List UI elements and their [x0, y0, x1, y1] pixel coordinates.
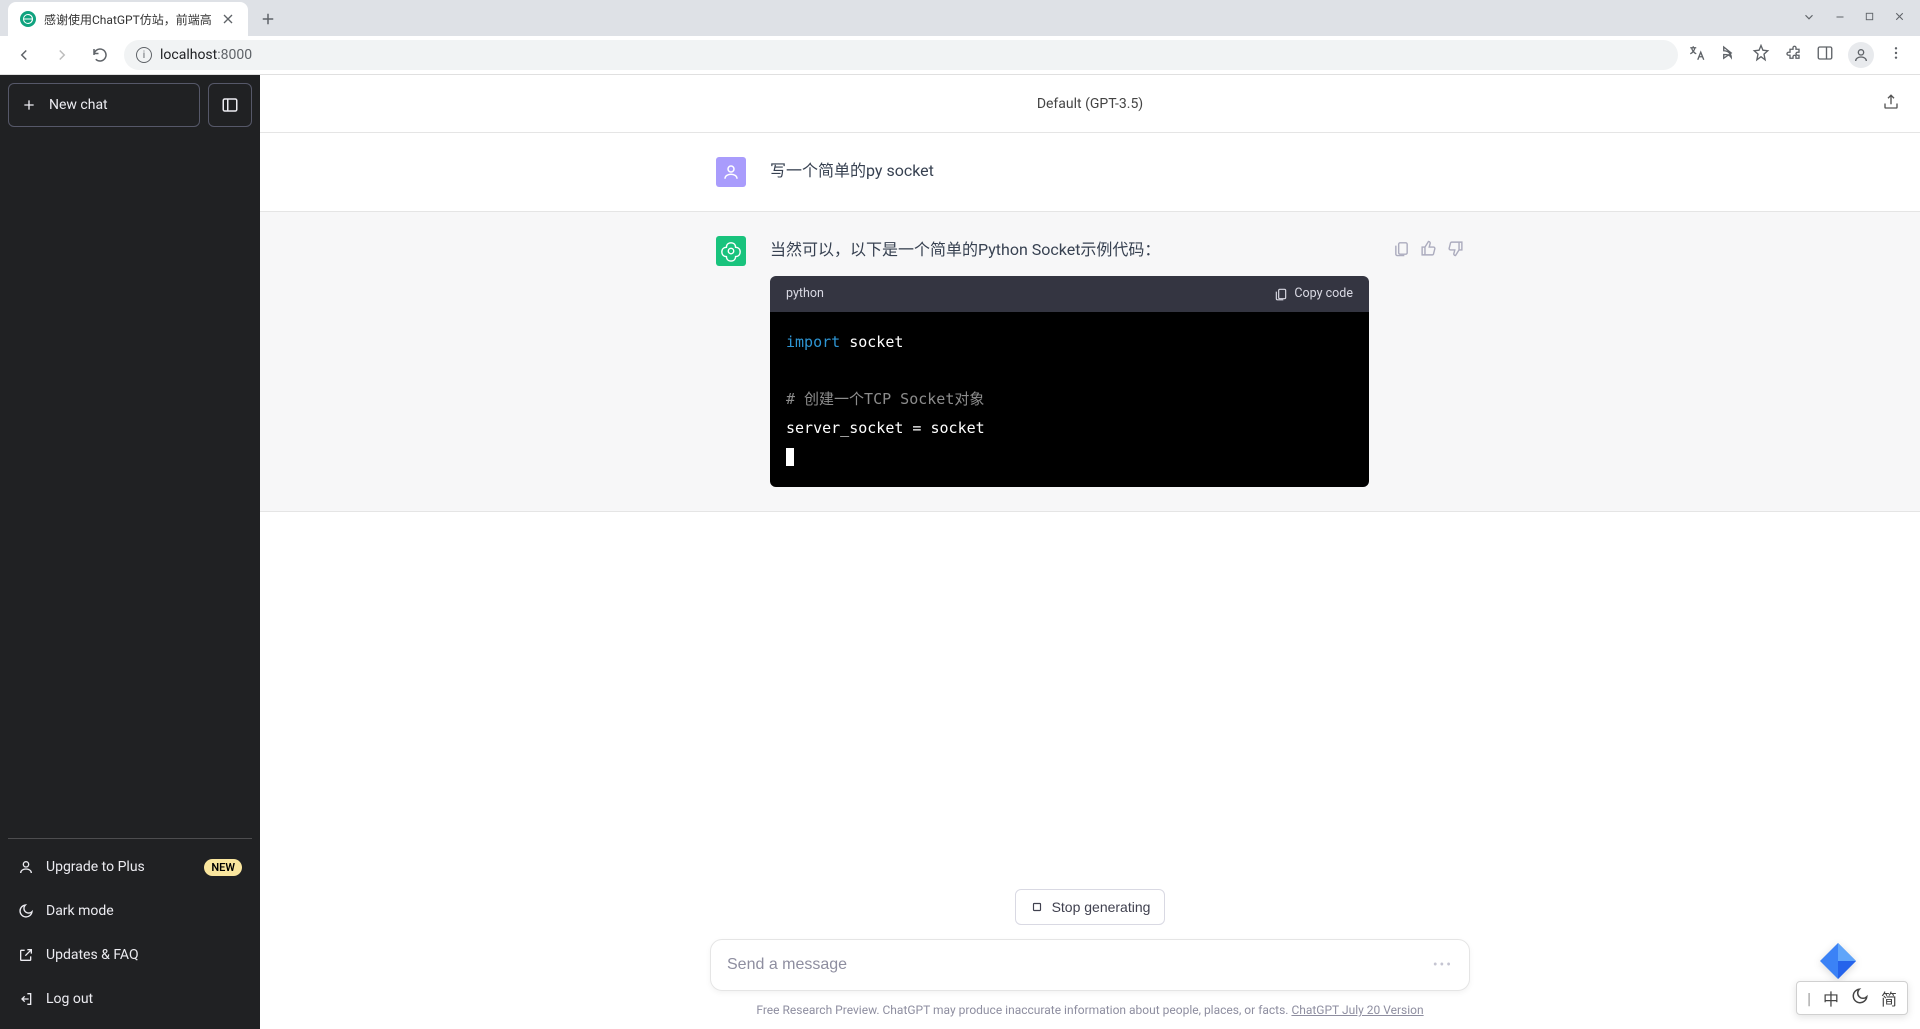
- ime-toolbar[interactable]: | 中 简: [1796, 981, 1908, 1015]
- sidebar-item-label: Upgrade to Plus: [46, 859, 145, 875]
- thumbs-up-button[interactable]: [1420, 240, 1437, 487]
- window-minimize-icon[interactable]: [1834, 11, 1846, 26]
- message-input-container[interactable]: •••: [710, 939, 1470, 991]
- message-input[interactable]: [727, 956, 1423, 974]
- code-block: python Copy code import socket # 创建一个TCP…: [770, 276, 1369, 487]
- window-search-dropdown-icon[interactable]: [1802, 10, 1816, 27]
- clipboard-icon: [1274, 287, 1288, 301]
- kebab-menu-icon[interactable]: [1888, 45, 1904, 65]
- tab-close-icon[interactable]: [220, 11, 236, 27]
- copy-code-button[interactable]: Copy code: [1274, 283, 1353, 305]
- ime-moon-icon[interactable]: [1851, 987, 1869, 1009]
- nav-back-button[interactable]: [10, 41, 38, 69]
- logout-icon: [18, 991, 34, 1007]
- address-bar: i localhost:8000: [0, 36, 1920, 75]
- copy-message-button[interactable]: [1393, 240, 1410, 487]
- ime-lang-label[interactable]: 中: [1823, 986, 1839, 1010]
- stop-icon: [1030, 900, 1044, 914]
- main-header: Default (GPT-3.5): [260, 75, 1920, 133]
- sidebar-item-upgrade[interactable]: Upgrade to Plus NEW: [8, 845, 252, 889]
- new-chat-button[interactable]: New chat: [8, 83, 200, 127]
- browser-chrome: 感谢使用ChatGPT仿站，前端高 i localhost:8000: [0, 0, 1920, 75]
- side-panel-icon[interactable]: [1816, 44, 1834, 66]
- stop-generating-label: Stop generating: [1052, 899, 1151, 915]
- ime-cursor-icon: |: [1807, 989, 1811, 1008]
- share-page-icon[interactable]: [1720, 44, 1738, 66]
- external-link-icon: [18, 947, 34, 963]
- model-label: Default (GPT-3.5): [1037, 96, 1143, 112]
- tab-bar: 感谢使用ChatGPT仿站，前端高: [0, 0, 1920, 36]
- sidebar: New chat Upgrade to Plus NEW Dark mode U…: [0, 75, 260, 1029]
- new-chat-label: New chat: [49, 97, 108, 113]
- composer-area: Stop generating ••• Free Research Previe…: [260, 889, 1920, 1029]
- sidebar-item-updates[interactable]: Updates & FAQ: [8, 933, 252, 977]
- sidebar-item-logout[interactable]: Log out: [8, 977, 252, 1021]
- message-row-assistant: 当然可以，以下是一个简单的Python Socket示例代码： python C…: [260, 212, 1920, 512]
- main-panel: Default (GPT-3.5) 写一个简单的py socket: [260, 75, 1920, 1029]
- stop-generating-button[interactable]: Stop generating: [1015, 889, 1166, 925]
- nav-forward-button[interactable]: [48, 41, 76, 69]
- tab-title: 感谢使用ChatGPT仿站，前端高: [44, 11, 212, 28]
- messages-list: 写一个简单的py socket 当然可以，以下是一个简单的Python Sock…: [260, 133, 1920, 889]
- message-actions: [1393, 236, 1464, 487]
- collapse-sidebar-button[interactable]: [208, 83, 252, 127]
- url-text: localhost:8000: [160, 47, 252, 63]
- tab-favicon-icon: [20, 11, 36, 27]
- ime-kite-icon[interactable]: [1816, 941, 1860, 981]
- sidebar-item-label: Log out: [46, 991, 93, 1007]
- moon-icon: [18, 903, 34, 919]
- copy-code-label: Copy code: [1294, 283, 1353, 305]
- assistant-avatar-icon: [716, 236, 746, 266]
- sidebar-item-label: Updates & FAQ: [46, 947, 139, 963]
- thumbs-down-button[interactable]: [1447, 240, 1464, 487]
- disclaimer-text: Free Research Preview. ChatGPT may produ…: [756, 1003, 1423, 1017]
- translate-icon[interactable]: [1688, 44, 1706, 66]
- user-icon: [18, 859, 34, 875]
- site-info-icon[interactable]: i: [136, 47, 152, 63]
- new-badge: NEW: [204, 859, 242, 876]
- window-controls: [1802, 0, 1920, 36]
- new-tab-button[interactable]: [254, 5, 282, 33]
- app-root: New chat Upgrade to Plus NEW Dark mode U…: [0, 75, 1920, 1029]
- code-body[interactable]: import socket # 创建一个TCP Socket对象 server_…: [770, 312, 1369, 487]
- window-close-icon[interactable]: [1893, 10, 1906, 26]
- ime-charset-label[interactable]: 简: [1881, 986, 1897, 1010]
- assistant-intro-text: 当然可以，以下是一个简单的Python Socket示例代码：: [770, 236, 1369, 264]
- window-maximize-icon[interactable]: [1864, 11, 1875, 25]
- version-link[interactable]: ChatGPT July 20 Version: [1291, 1003, 1423, 1017]
- sidebar-item-label: Dark mode: [46, 903, 114, 919]
- address-bar-actions: [1688, 42, 1910, 68]
- url-field[interactable]: i localhost:8000: [124, 40, 1678, 70]
- user-message-text: 写一个简单的py socket: [770, 157, 1464, 187]
- share-conversation-button[interactable]: [1882, 93, 1900, 115]
- bookmark-star-icon[interactable]: [1752, 44, 1770, 66]
- code-language-label: python: [786, 283, 824, 305]
- message-row-user: 写一个简单的py socket: [260, 133, 1920, 212]
- profile-avatar-icon[interactable]: [1848, 42, 1874, 68]
- streaming-cursor-icon: [786, 448, 794, 466]
- loading-dots-icon: •••: [1433, 957, 1453, 973]
- nav-reload-button[interactable]: [86, 41, 114, 69]
- browser-tab[interactable]: 感谢使用ChatGPT仿站，前端高: [8, 2, 248, 36]
- sidebar-item-dark-mode[interactable]: Dark mode: [8, 889, 252, 933]
- extensions-icon[interactable]: [1784, 44, 1802, 66]
- user-avatar-icon: [716, 157, 746, 187]
